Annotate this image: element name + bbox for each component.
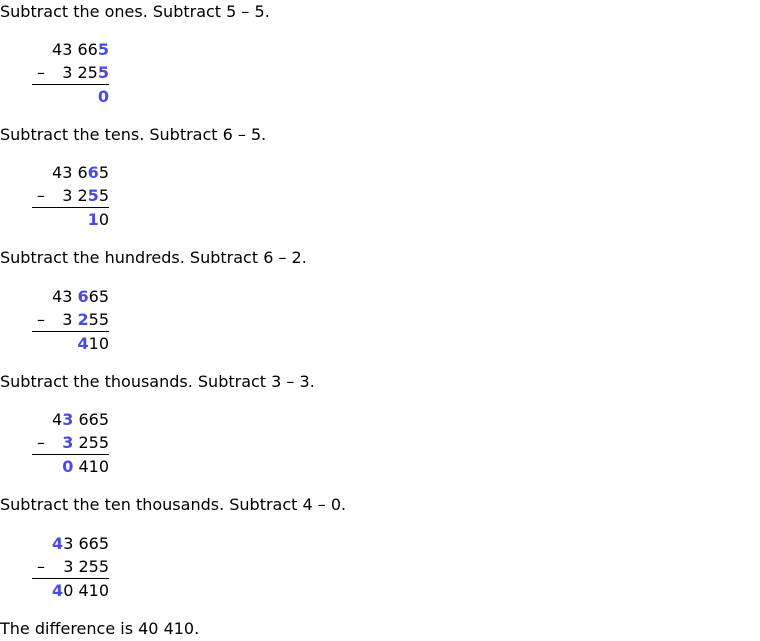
step-3-minuend: 43 665 (52, 287, 109, 306)
highlighted-digit: 4 (52, 534, 64, 553)
highlighted-digit: 3 (62, 433, 74, 452)
highlighted-digit: 6 (77, 287, 89, 306)
sum-line (32, 84, 109, 85)
minus-sign: – (37, 63, 45, 82)
step-5-minuend: 43 665 (52, 534, 109, 553)
highlighted-digit: 0 (97, 87, 109, 106)
step-2-subtraction: 43 665 – 3 255 10 (0, 163, 120, 243)
difference-statement: The difference is 40 410. (0, 619, 200, 638)
sum-line (32, 454, 109, 455)
step-1-result: 0 (98, 87, 109, 107)
step-1-subtrahend: 3 255 (62, 63, 109, 82)
step-3-subtrahend: 3 255 (62, 310, 109, 329)
step-3-result: 410 (77, 334, 110, 353)
step-1-instruction: Subtract the ones. Subtract 5 – 5. (0, 2, 270, 21)
highlighted-digit: 6 (87, 163, 99, 182)
step-2-instruction: Subtract the tens. Subtract 6 – 5. (0, 125, 267, 144)
step-5-instruction: Subtract the ten thousands. Subtract 4 –… (0, 495, 347, 514)
step-4-minuend: 43 665 (52, 410, 109, 429)
highlighted-digit: 5 (97, 63, 109, 82)
highlighted-digit: 5 (87, 186, 99, 205)
step-4-subtrahend: 3 255 (62, 433, 109, 452)
step-2-subtrahend: 3 255 (62, 186, 109, 205)
step-3-subtraction: 43 665 – 3 255 410 (0, 287, 120, 367)
highlighted-digit: 4 (77, 334, 89, 353)
sum-line (32, 578, 109, 579)
step-4-instruction: Subtract the thousands. Subtract 3 – 3. (0, 372, 315, 391)
step-5-result: 40 410 (52, 581, 109, 600)
minus-sign: – (37, 433, 45, 452)
highlighted-digit: 2 (77, 310, 89, 329)
step-2-minuend: 43 665 (52, 163, 109, 182)
step-1-subtraction: 43 665 – 3 255 0 (0, 40, 120, 120)
step-5-subtrahend: 3 255 (63, 557, 109, 576)
step-2-result: 10 (87, 210, 109, 229)
step-5-subtraction: 43 665 – 3 255 40 410 (0, 534, 120, 614)
highlighted-digit: 5 (97, 40, 109, 59)
step-1-minuend: 43 665 (52, 40, 109, 59)
minus-sign: – (37, 186, 45, 205)
sum-line (32, 331, 109, 332)
highlighted-digit: 3 (62, 410, 74, 429)
sum-line (32, 207, 109, 208)
highlighted-digit: 4 (52, 581, 64, 600)
minus-sign: – (37, 310, 45, 329)
step-3-instruction: Subtract the hundreds. Subtract 6 – 2. (0, 248, 307, 267)
highlighted-digit: 0 (62, 457, 74, 476)
step-4-subtraction: 43 665 – 3 255 0 410 (0, 410, 120, 490)
highlighted-digit: 1 (87, 210, 99, 229)
step-4-result: 0 410 (62, 457, 109, 476)
minus-sign: – (37, 557, 45, 576)
